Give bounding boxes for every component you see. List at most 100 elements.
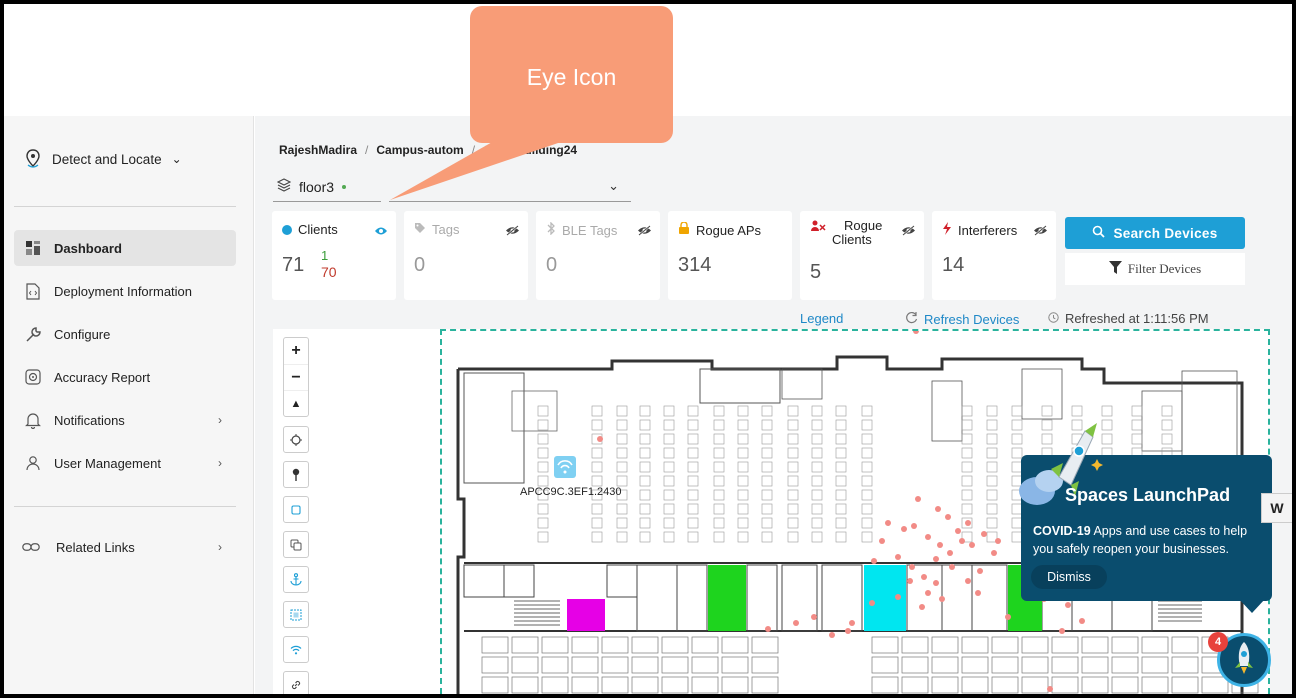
sidebar-item-label: Related Links xyxy=(56,539,135,555)
card-title: Clients xyxy=(282,222,338,237)
layers-icon xyxy=(276,178,292,195)
card-title-text: Interferers xyxy=(958,222,1018,238)
wrench-icon xyxy=(24,325,42,343)
crosshair-icon xyxy=(290,433,302,446)
sidebar-item-deployment-information[interactable]: Deployment Information xyxy=(14,273,236,309)
ap-label: APCC9C.3EF1.2430 xyxy=(520,486,622,498)
chevron-right-icon: › xyxy=(218,540,222,554)
zone-tool[interactable] xyxy=(283,601,309,628)
breadcrumb-item[interactable]: CiscoBuilding24 xyxy=(483,143,577,157)
card-clients[interactable]: Clients 71 1 70 xyxy=(272,211,396,300)
highlight-room-green xyxy=(708,565,746,631)
card-title: Tags xyxy=(414,222,459,237)
card-rogue-aps[interactable]: Rogue APs 314 xyxy=(668,211,792,300)
divider xyxy=(14,506,236,507)
compass-button[interactable]: ▲ xyxy=(284,390,308,416)
sidebar-item-configure[interactable]: Configure xyxy=(14,316,236,352)
app-frame: Detect and Locate ⌄ Dashboard Deployment… xyxy=(4,4,1292,694)
eye-slash-icon[interactable] xyxy=(637,223,652,241)
card-title: Interferers xyxy=(942,222,1017,238)
card-value: 314 xyxy=(678,254,712,276)
location-pin-icon xyxy=(24,149,42,168)
card-value: 14 xyxy=(942,254,965,276)
launchpad-body: COVID-19 Apps and use cases to help you … xyxy=(1033,522,1265,558)
eye-slash-icon[interactable] xyxy=(505,223,520,241)
link-tool[interactable] xyxy=(283,671,309,694)
annotation-callout: Eye Icon xyxy=(470,6,673,143)
eye-slash-icon[interactable] xyxy=(901,223,916,241)
search-icon xyxy=(1092,225,1106,241)
eye-slash-icon[interactable] xyxy=(1033,223,1048,241)
pin-icon xyxy=(292,468,300,481)
breadcrumb-item[interactable]: Campus-autom xyxy=(376,143,463,157)
eye-icon[interactable] xyxy=(374,223,388,241)
card-title: Rogue Clients xyxy=(810,219,890,247)
card-title-text: Tags xyxy=(432,222,460,237)
tag-icon xyxy=(414,222,426,237)
zoom-in-button[interactable]: + xyxy=(284,338,308,364)
card-value-probing: 70 xyxy=(321,264,337,280)
sidebar-item-notifications[interactable]: Notifications › xyxy=(14,402,236,438)
breadcrumb: RajeshMadira / Campus-autom / CiscoBuild… xyxy=(279,143,577,157)
floor-selector[interactable]: floor3 xyxy=(273,172,381,202)
main-content: RajeshMadira / Campus-autom / CiscoBuild… xyxy=(255,116,1292,694)
card-value: 5 xyxy=(810,261,822,283)
square-icon xyxy=(291,504,301,515)
document-code-icon xyxy=(24,282,42,300)
floor-dropdown[interactable]: ⌄ xyxy=(389,172,631,202)
breadcrumb-item[interactable]: RajeshMadira xyxy=(279,143,357,157)
chain-icon xyxy=(291,680,301,689)
callout-text: Eye Icon xyxy=(526,64,617,90)
sidebar-item-dashboard[interactable]: Dashboard xyxy=(14,230,236,266)
sidebar-item-label: Notifications xyxy=(54,412,125,428)
launchpad-popup: Spaces LaunchPad COVID-19 Apps and use c… xyxy=(1019,423,1272,613)
target-tool[interactable] xyxy=(283,426,309,453)
wifi-icon xyxy=(290,645,302,654)
card-value: 0 xyxy=(546,254,558,276)
popup-tail xyxy=(1239,599,1265,613)
sidebar-item-related-links[interactable]: Related Links › xyxy=(14,529,236,565)
webex-widget-button[interactable]: W xyxy=(1261,493,1292,523)
status-dot xyxy=(342,184,347,189)
sidebar-item-label: Accuracy Report xyxy=(54,369,151,385)
search-devices-button[interactable]: Search Devices xyxy=(1065,217,1245,249)
card-title-text: Rogue APs xyxy=(696,222,762,238)
bell-icon xyxy=(24,411,42,429)
floor-name: floor3 xyxy=(299,178,335,195)
card-title-text: BLE Tags xyxy=(562,222,618,238)
wifi-tool[interactable] xyxy=(283,636,309,663)
target-icon xyxy=(24,368,42,386)
clients-dot-icon xyxy=(282,224,292,235)
filter-devices-button[interactable]: Filter Devices xyxy=(1065,253,1245,285)
card-interferers[interactable]: Interferers 14 xyxy=(932,211,1056,300)
card-title-text: Clients xyxy=(298,222,338,237)
pin-tool[interactable] xyxy=(283,461,309,488)
chevron-down-icon: ⌄ xyxy=(171,152,182,166)
chevron-right-icon: › xyxy=(218,456,222,470)
dismiss-button[interactable]: Dismiss xyxy=(1031,565,1107,589)
refreshed-timestamp: Refreshed at 1:11:56 PM xyxy=(1048,311,1209,326)
legend-link[interactable]: Legend xyxy=(800,311,843,326)
divider xyxy=(14,206,236,207)
copy-tool[interactable] xyxy=(283,531,309,558)
sidebar: Detect and Locate ⌄ Dashboard Deployment… xyxy=(4,116,254,694)
rectangle-tool[interactable] xyxy=(283,496,309,523)
rogue-ap-icon xyxy=(678,221,690,238)
anchor-tool[interactable] xyxy=(283,566,309,593)
grid-zone-icon xyxy=(290,609,302,620)
refresh-devices-label: Refresh Devices xyxy=(924,311,1020,327)
access-point-icon xyxy=(554,456,576,478)
app-switcher[interactable]: Detect and Locate ⌄ xyxy=(24,149,182,168)
card-title: BLE Tags xyxy=(546,221,618,238)
card-value: 0 xyxy=(414,254,426,276)
highlight-room-magenta xyxy=(567,599,605,631)
sidebar-item-user-management[interactable]: User Management › xyxy=(14,445,236,481)
sidebar-item-accuracy-report[interactable]: Accuracy Report xyxy=(14,359,236,395)
sidebar-item-label: Deployment Information xyxy=(54,283,193,299)
zoom-controls: + − ▲ xyxy=(283,337,309,417)
zoom-out-button[interactable]: − xyxy=(284,364,308,390)
refresh-devices-link[interactable]: Refresh Devices xyxy=(905,311,1019,327)
card-ble-tags[interactable]: BLE Tags 0 xyxy=(536,211,660,300)
card-tags[interactable]: Tags 0 xyxy=(404,211,528,300)
card-rogue-clients[interactable]: Rogue Clients 5 xyxy=(800,211,924,300)
